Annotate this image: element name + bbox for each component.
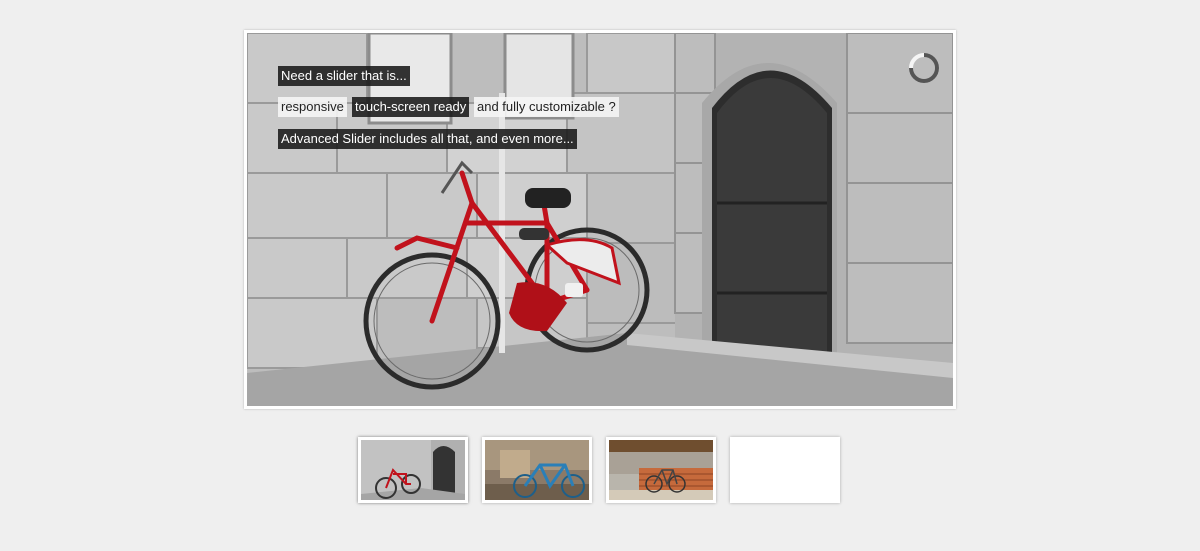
image-slider[interactable]: Need a slider that is... responsive touc…: [244, 30, 956, 409]
thumbnail-blank[interactable]: [730, 437, 840, 503]
red-bicycle-thumbnail-image: [361, 440, 465, 500]
thumbnail-red-bicycle[interactable]: [358, 437, 468, 503]
brick-wall-bicycle-thumbnail-image: [609, 440, 713, 500]
slide-image-red-bicycle[interactable]: Need a slider that is... responsive touc…: [247, 33, 953, 406]
thumbnail-bicycle-brick-wall[interactable]: [606, 437, 716, 503]
thumbnail-blue-bicycle[interactable]: [482, 437, 592, 503]
caption-responsive: responsive: [278, 97, 347, 117]
circular-timer-icon: [909, 53, 939, 83]
red-bicycle-photo: [247, 33, 953, 406]
blue-bicycle-thumbnail-image: [485, 440, 589, 500]
caption-advanced-slider: Advanced Slider includes all that, and e…: [278, 129, 577, 149]
caption-touch-screen: touch-screen ready: [352, 97, 470, 117]
caption-need-slider: Need a slider that is...: [278, 66, 410, 86]
caption-customizable: and fully customizable ?: [474, 97, 619, 117]
